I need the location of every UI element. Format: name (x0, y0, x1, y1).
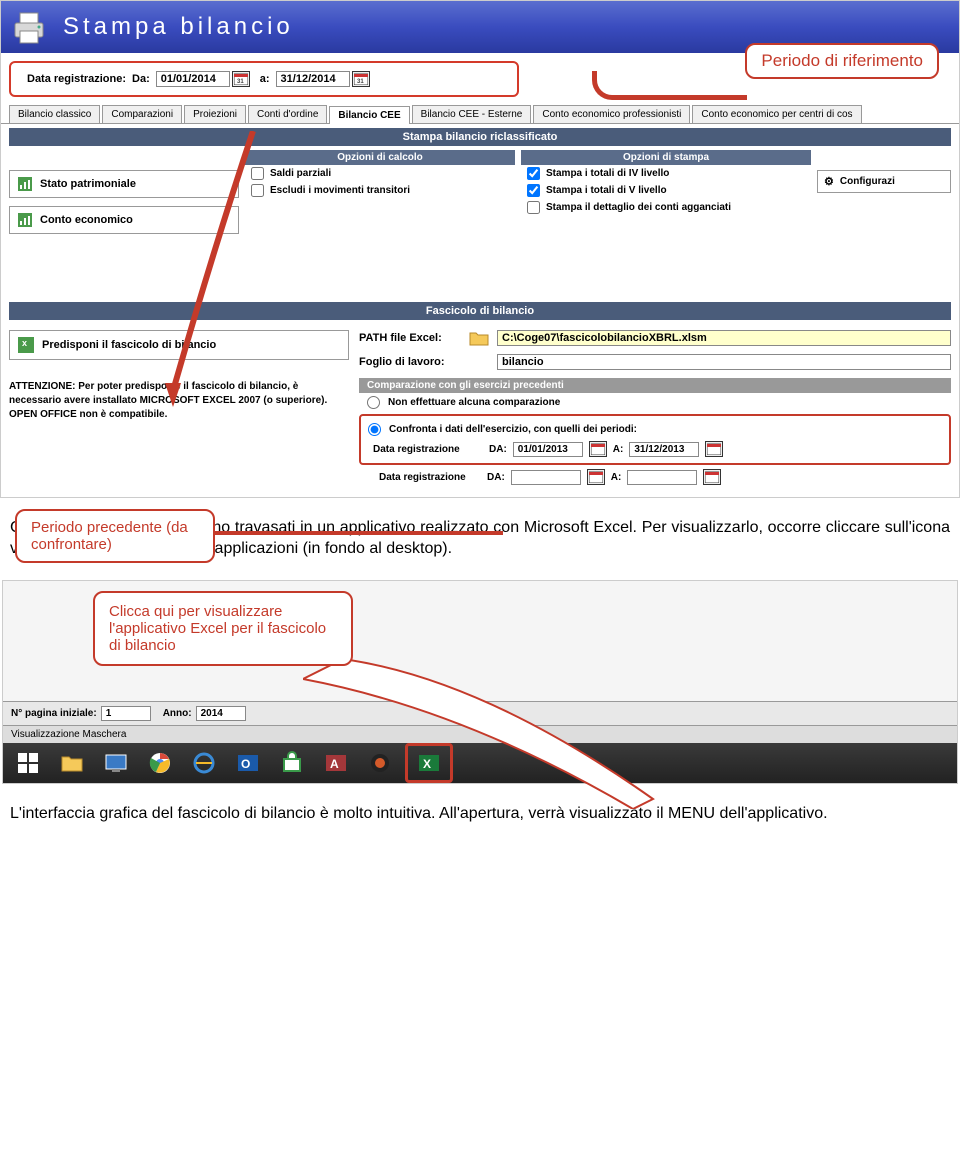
tab-proiezioni[interactable]: Proiezioni (184, 105, 246, 123)
calendar-icon[interactable]: 31 (232, 71, 250, 87)
input-cmp-a2[interactable] (627, 470, 697, 485)
calendar-icon[interactable] (589, 441, 607, 457)
tab-conto-economico-prof[interactable]: Conto economico professionisti (533, 105, 690, 123)
screenshot-stampa-bilancio: Stampa bilancio Periodo di riferimento D… (0, 0, 960, 498)
radio-confronta[interactable] (368, 423, 381, 436)
svg-text:31: 31 (357, 79, 364, 85)
chart-icon (18, 177, 32, 191)
input-date-a[interactable] (276, 71, 350, 87)
calendar-icon[interactable] (705, 441, 723, 457)
callout-periodo-precedente: Periodo precedente (da confrontare) (15, 509, 215, 563)
label-foglio-lavoro: Foglio di lavoro: (359, 356, 469, 368)
label-a-cmp: A: (613, 444, 624, 455)
input-foglio-lavoro[interactable] (497, 354, 951, 370)
svg-text:31: 31 (237, 79, 244, 85)
button-configurazione[interactable]: Configurazi (817, 170, 951, 193)
tab-bilancio-classico[interactable]: Bilancio classico (9, 105, 100, 123)
label-stato-patrimoniale: Stato patrimoniale (40, 178, 136, 190)
label-no-comparazione: Non effettuare alcuna comparazione (388, 397, 560, 408)
calendar-icon[interactable] (587, 469, 605, 485)
callout-tail (303, 659, 663, 809)
comparazione-highlighted-box: Confronta i dati dell'esercizio, con que… (359, 414, 951, 465)
header-fascicolo: Fascicolo di bilancio (9, 302, 951, 320)
header-opzioni-stampa: Opzioni di stampa (521, 150, 811, 165)
outlook-icon[interactable]: O (229, 748, 267, 778)
input-cmp-a1[interactable] (629, 442, 699, 457)
start-button[interactable] (9, 748, 47, 778)
header-comparazione: Comparazione con gli esercizi precedenti (359, 378, 951, 393)
tab-conti-ordine[interactable]: Conti d'ordine (248, 105, 327, 123)
input-path-excel[interactable] (497, 330, 951, 346)
input-cmp-da1[interactable] (513, 442, 583, 457)
label-data-reg-cmp: Data registrazione (373, 444, 483, 455)
callout-excel-click: Clicca qui per visualizzare l'applicativ… (93, 591, 353, 666)
label-a: a: (260, 73, 270, 85)
label-pagina-iniziale: N° pagina iniziale: (11, 708, 97, 719)
chart-icon (18, 213, 32, 227)
label-config: Configurazi (840, 176, 895, 187)
label-saldi-parziali: Saldi parziali (270, 168, 331, 179)
callout-periodo-riferimento: Periodo di riferimento (745, 43, 939, 79)
calendar-icon[interactable] (703, 469, 721, 485)
label-a-cmp2: A: (611, 472, 622, 483)
stampa-bilancio-section: Stampa bilancio riclassificato Stato pat… (9, 128, 951, 242)
desktop-icon[interactable] (97, 748, 135, 778)
input-anno[interactable] (196, 706, 246, 721)
tab-bilancio-cee-esterne[interactable]: Bilancio CEE - Esterne (412, 105, 532, 123)
printer-icon (9, 7, 49, 47)
radio-no-comparazione[interactable] (367, 396, 380, 409)
checkbox-totali-iv[interactable] (527, 167, 540, 180)
header-opzioni-calcolo: Opzioni di calcolo (245, 150, 515, 165)
label-data-registrazione: Data registrazione: (27, 73, 126, 85)
label-dettaglio: Stampa il dettaglio dei conti agganciati (546, 202, 731, 213)
label-da-cmp: DA: (489, 444, 507, 455)
label-anno: Anno: (163, 708, 192, 719)
label-da: Da: (132, 73, 150, 85)
tab-conto-economico-centri[interactable]: Conto economico per centri di cos (692, 105, 861, 123)
checkbox-totali-v[interactable] (527, 184, 540, 197)
label-escludi: Escludi i movimenti transitori (270, 185, 410, 196)
file-explorer-icon[interactable] (53, 748, 91, 778)
chrome-icon[interactable] (141, 748, 179, 778)
calendar-icon[interactable]: 31 (352, 71, 370, 87)
fascicolo-section: Fascicolo di bilancio Predisponi il fasc… (9, 302, 951, 487)
tab-comparazioni[interactable]: Comparazioni (102, 105, 182, 123)
tab-strip: Bilancio classico Comparazioni Proiezion… (1, 105, 959, 124)
label-totali-v: Stampa i totali di V livello (546, 185, 667, 196)
tab-bilancio-cee[interactable]: Bilancio CEE (329, 106, 409, 124)
ie-icon[interactable] (185, 748, 223, 778)
label-da-cmp2: DA: (487, 472, 505, 483)
input-date-da[interactable] (156, 71, 230, 87)
label-confronta: Confronta i dati dell'esercizio, con que… (389, 424, 637, 435)
annotation-arrow (241, 131, 246, 401)
screenshot-taskbar: Clicca qui per visualizzare l'applicativ… (2, 580, 958, 784)
folder-open-icon[interactable] (469, 330, 489, 346)
window-title: Stampa bilancio (63, 13, 294, 41)
label-totali-iv: Stampa i totali di IV livello (546, 168, 669, 179)
date-registration-row: Data registrazione: Da: 31 a: 31 (9, 61, 519, 97)
input-pagina-iniziale[interactable] (101, 706, 151, 721)
excel-icon (18, 337, 34, 353)
checkbox-dettaglio-conti[interactable] (527, 201, 540, 214)
label-path-excel: PATH file Excel: (359, 332, 469, 344)
label-data-reg-cmp2: Data registrazione (379, 472, 481, 483)
header-stampa-riclassificato: Stampa bilancio riclassificato (9, 128, 951, 146)
svg-text:O: O (241, 757, 250, 771)
label-conto-economico: Conto economico (40, 214, 133, 226)
input-cmp-da2[interactable] (511, 470, 581, 485)
